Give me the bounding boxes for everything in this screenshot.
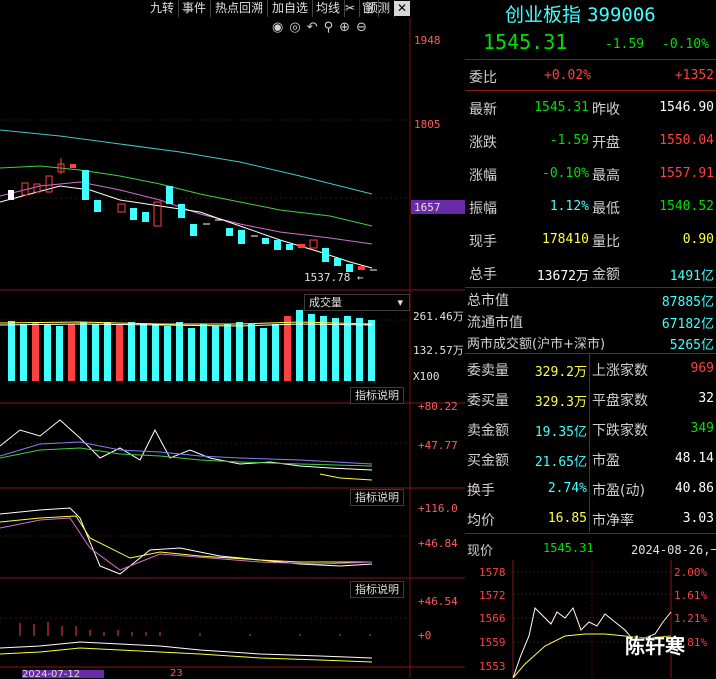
stats-row: 换手 2.74% 市盈(动) 40.86 bbox=[467, 481, 714, 499]
total-cap-value: 87885亿 bbox=[661, 295, 714, 310]
ind1-axis-label: +47.77 bbox=[418, 439, 458, 452]
candle bbox=[358, 266, 365, 270]
price-axis-label: 1657 bbox=[414, 201, 441, 214]
zoom-in-icon[interactable]: ⊕ bbox=[339, 20, 356, 35]
minute-price: 1545.31 bbox=[543, 541, 594, 555]
volume-selector[interactable]: 成交量 ▾ bbox=[304, 294, 410, 311]
minute-right-axis: 1.21% bbox=[674, 612, 708, 625]
minute-price-label: 现价 bbox=[467, 544, 494, 559]
candle bbox=[166, 186, 173, 204]
low-price-label: 1537.78 ← bbox=[304, 271, 364, 284]
price-change: -1.59 bbox=[605, 37, 645, 52]
quote-row: 涨幅 -0.10% 最高 1557.91 bbox=[469, 166, 714, 184]
candle bbox=[117, 203, 126, 213]
float-cap-label: 流通市值 bbox=[467, 315, 523, 331]
chevron-down-icon: ▾ bbox=[397, 296, 403, 309]
stats-row: 买金额 21.65亿 市盈 48.14 bbox=[467, 451, 714, 470]
ind3-axis-label: +46.54 bbox=[418, 595, 458, 608]
minute-left-axis: 1572 bbox=[479, 589, 506, 602]
minute-left-axis: 1566 bbox=[479, 612, 506, 625]
index-name: 创业板指 399006 bbox=[505, 4, 656, 26]
candle bbox=[334, 258, 341, 266]
quote-panel: 创业板指 399006 1545.31 -1.59 -0.10% 委比 +0.0… bbox=[465, 0, 716, 678]
draw-icon[interactable]: ⚲ bbox=[324, 20, 340, 35]
float-cap-value: 67182亿 bbox=[661, 317, 714, 332]
current-price: 1545.31 bbox=[483, 30, 568, 54]
candle bbox=[178, 204, 185, 218]
price-axis-label: 1948 bbox=[414, 34, 441, 47]
candle bbox=[298, 244, 305, 248]
indicator-help-button[interactable]: 指标说明 bbox=[350, 581, 404, 598]
eye-icon[interactable]: ◉ bbox=[272, 20, 289, 35]
stats-row: 委卖量 329.2万 上涨家数 969 bbox=[467, 361, 714, 380]
price-change-pct: -0.10% bbox=[662, 37, 709, 52]
ma-line-short bbox=[0, 181, 373, 245]
candle bbox=[190, 224, 197, 236]
candle bbox=[8, 190, 14, 200]
eye-hidden-icon[interactable]: ◎ bbox=[289, 20, 306, 35]
ind2-axis-label: +116.0 bbox=[418, 502, 458, 515]
ind3-bars bbox=[19, 622, 371, 636]
volume-unit-label: X100 bbox=[413, 370, 440, 383]
candle bbox=[130, 208, 137, 220]
price-axis-label: 1805 bbox=[414, 118, 441, 131]
minute-left-axis: 1578 bbox=[479, 566, 506, 579]
toolbar-hotspot-review[interactable]: 热点回溯 bbox=[211, 0, 269, 17]
ind1-axis-label: +80.22 bbox=[418, 400, 458, 413]
turnover-value: 5265亿 bbox=[669, 338, 714, 353]
quote-row: 总手 13672万 金额 1491亿 bbox=[469, 267, 714, 284]
candle bbox=[238, 230, 245, 244]
kline-chart bbox=[0, 18, 465, 678]
undo-icon[interactable]: ↶ bbox=[307, 20, 324, 35]
cursor-date-tag: 2024-07-12 bbox=[22, 670, 104, 678]
ma-line-mid bbox=[0, 165, 373, 227]
ind2-axis-label: +46.84 bbox=[418, 537, 458, 550]
turnover-label: 两市成交额(沪市+深市) bbox=[467, 337, 606, 352]
bottom-axis-number: 23 bbox=[170, 668, 183, 679]
candle bbox=[262, 238, 269, 244]
close-icon[interactable]: ✕ bbox=[394, 1, 410, 16]
candle bbox=[309, 239, 318, 249]
total-cap-label: 总市值 bbox=[467, 293, 509, 309]
minute-left-axis: 1553 bbox=[479, 660, 506, 673]
quote-row: 最新 1545.31 昨收 1546.90 bbox=[469, 100, 714, 118]
candle bbox=[94, 200, 101, 212]
stats-row: 卖金额 19.35亿 下跌家数 349 bbox=[467, 421, 714, 440]
minute-date: 2024-08-26,一 bbox=[631, 543, 716, 557]
minute-right-axis: 1.61% bbox=[674, 589, 708, 602]
volume-axis-label: 261.46万 bbox=[413, 310, 464, 323]
zoom-out-icon[interactable]: ⊖ bbox=[356, 20, 373, 35]
candle bbox=[286, 244, 293, 250]
ind3-axis-label: +0 bbox=[418, 629, 432, 642]
quote-row: 振幅 1.12% 最低 1540.52 bbox=[469, 199, 714, 217]
minute-right-axis: 2.00% bbox=[674, 566, 708, 579]
chart-toolbar: 九转 事件 热点回溯 加自选 均线 ✂ 窗 预测 ✕ bbox=[0, 0, 412, 18]
minute-left-axis: 1559 bbox=[479, 636, 506, 649]
toolbar-events[interactable]: 事件 bbox=[178, 0, 212, 17]
volume-axis-label: 132.57万 bbox=[413, 344, 464, 357]
candle bbox=[33, 183, 41, 193]
quote-row: 涨跌 -1.59 开盘 1550.04 bbox=[469, 133, 714, 151]
toolbar-forecast[interactable]: 预测 bbox=[362, 0, 396, 17]
indicator-help-button[interactable]: 指标说明 bbox=[350, 489, 404, 506]
volume-bars bbox=[8, 310, 375, 381]
chart-tools: ◉◎↶⚲⊕⊖ bbox=[272, 20, 373, 35]
watermark: 陈轩寒 bbox=[625, 634, 685, 658]
toolbar-jiuzhuan[interactable]: 九转 bbox=[146, 0, 180, 17]
weibi-row: 委比 +0.02% +1352 bbox=[469, 68, 714, 86]
candle bbox=[322, 248, 329, 262]
toolbar-add-watchlist[interactable]: 加自选 bbox=[268, 0, 314, 17]
indicator-help-button[interactable]: 指标说明 bbox=[350, 387, 404, 404]
candle bbox=[82, 170, 89, 200]
candle bbox=[142, 212, 149, 222]
quote-row: 现手 178410 量比 0.90 bbox=[469, 232, 714, 250]
stats-row: 均价 16.85 市净率 3.03 bbox=[467, 511, 714, 529]
candle bbox=[70, 164, 76, 168]
candle bbox=[274, 240, 281, 250]
candle bbox=[226, 228, 233, 236]
stats-row: 委买量 329.3万 平盘家数 32 bbox=[467, 391, 714, 410]
